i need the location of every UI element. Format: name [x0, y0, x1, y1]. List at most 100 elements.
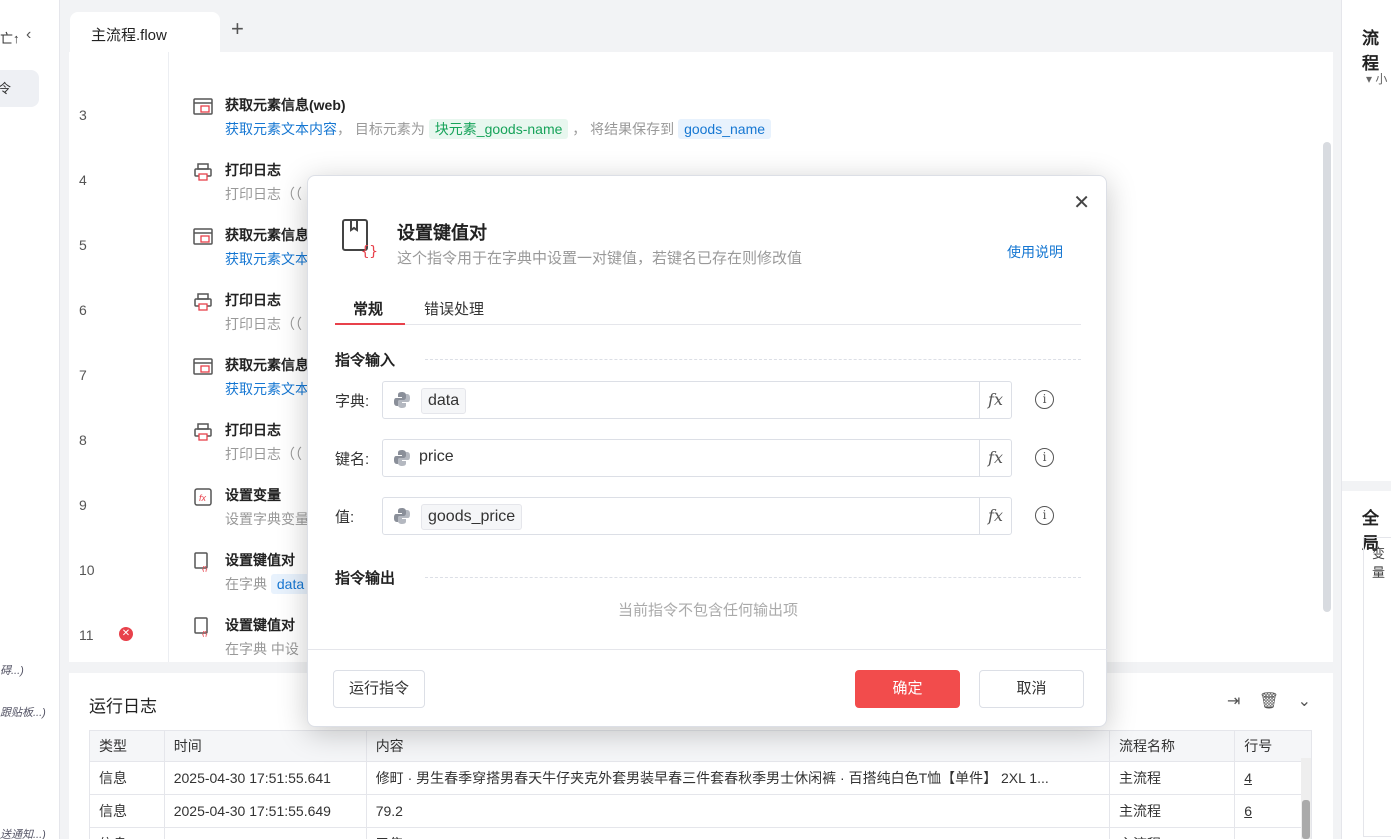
log-cell: 2025-04-30 17:51:55.641	[163, 761, 367, 795]
log-line-link[interactable]: 8	[1234, 827, 1312, 839]
flow-step-row[interactable]: 3 获取元素信息(web) 获取元素文本内容， 目标元素为 块元素_goods-na…	[69, 87, 1319, 152]
svg-text:{}: {}	[202, 565, 208, 572]
svg-text:{}: {}	[202, 630, 208, 637]
python-icon	[394, 450, 410, 466]
info-icon[interactable]: i	[1035, 506, 1054, 525]
log-table: 类型 时间 内容 流程名称 行号 信息 2025-04-30 17:51:55.641 修町…	[89, 730, 1312, 839]
field-label: 键名:	[335, 451, 370, 468]
web-element-icon	[193, 227, 213, 247]
confirm-button[interactable]: 确定	[855, 670, 960, 708]
editor-scrollbar[interactable]	[1323, 142, 1331, 612]
step-description: 打印日志（（	[225, 314, 302, 334]
step-desc-text: 在字典 中设	[225, 641, 299, 657]
variable-table	[1363, 537, 1391, 837]
field-value: price	[419, 448, 454, 465]
log-column-header[interactable]: 流程名称	[1108, 730, 1236, 762]
expression-fx-icon[interactable]: fx	[979, 440, 1011, 476]
key-value-icon: {}	[193, 617, 213, 639]
output-section-header: 指令输出	[335, 567, 1081, 588]
line-number: 8	[79, 432, 87, 448]
field-input[interactable]: goods_price fx	[382, 497, 1012, 535]
tab-main-flow[interactable]: 主流程.flow	[70, 12, 220, 52]
step-desc-text: 在字典	[225, 576, 267, 592]
step-description: 获取元素文本	[225, 249, 309, 269]
step-link[interactable]: 获取元素文本	[225, 251, 309, 267]
step-title: 打印日志	[225, 422, 281, 438]
line-number: 4	[79, 172, 87, 188]
log-cell: 已售577	[365, 827, 1110, 839]
step-title: 设置键值对	[225, 552, 295, 568]
collapse-chevron-icon[interactable]: ‹	[26, 26, 31, 44]
set-variable-icon: fx	[193, 487, 213, 507]
info-icon[interactable]: i	[1035, 448, 1054, 467]
variable-chip[interactable]: goods_name	[678, 119, 772, 139]
close-icon[interactable]: ✕	[1073, 190, 1090, 215]
info-icon[interactable]: i	[1035, 390, 1054, 409]
step-description: 设置字典变量	[225, 509, 309, 529]
step-title: 获取元素信息	[225, 227, 309, 243]
step-desc-text: ， 目标元素为	[337, 121, 425, 137]
error-icon[interactable]: ✕	[119, 627, 133, 641]
step-title: 获取元素信息	[225, 357, 309, 373]
web-element-icon	[193, 357, 213, 377]
log-column-header[interactable]: 内容	[365, 730, 1110, 762]
step-description: 打印日志（（	[225, 444, 302, 464]
panel-separator	[1342, 481, 1391, 491]
element-chip[interactable]: 块元素_goods-name	[428, 119, 569, 139]
variable-chip[interactable]: data	[270, 574, 311, 594]
input-section-header: 指令输入	[335, 349, 1081, 370]
footer-divider	[308, 649, 1108, 650]
run-instruction-button[interactable]: 运行指令	[333, 670, 425, 708]
sidebar-note: 碍...)	[0, 665, 24, 677]
left-sidebar: 亡↑ ‹ 令 碍...) 跟贴板...) 送通知...)	[0, 0, 60, 839]
log-scrollbar[interactable]	[1301, 758, 1311, 839]
log-column-header[interactable]: 类型	[89, 730, 165, 762]
log-line-link[interactable]: 4	[1234, 761, 1312, 795]
line-number: 10	[79, 562, 95, 578]
tab-bar: 主流程.flow +	[61, 0, 1341, 52]
log-row[interactable]: 信息2025-04-30 17:51:55.657已售577主流程8	[89, 827, 1312, 839]
log-cell: 主流程	[1108, 827, 1236, 839]
step-link[interactable]: 获取元素文本	[225, 381, 309, 397]
printer-icon	[193, 422, 213, 442]
log-toolbar: ⇥ 🗑 ⌄	[1213, 691, 1311, 711]
log-cell: 主流程	[1108, 761, 1236, 795]
log-column-header[interactable]: 行号	[1234, 730, 1312, 762]
export-log-icon[interactable]: ⇥	[1227, 693, 1240, 710]
field-value: goods_price	[421, 504, 523, 530]
add-tab-icon[interactable]: +	[231, 18, 244, 40]
collapse-log-icon[interactable]: ⌄	[1298, 693, 1311, 710]
sidebar-note: 送通知...)	[0, 829, 46, 839]
log-cell: 79.2	[365, 794, 1110, 828]
step-desc-text: 打印日志（（	[225, 446, 302, 462]
expression-fx-icon[interactable]: fx	[979, 382, 1011, 418]
log-row[interactable]: 信息 2025-04-30 17:51:55.641 修町 · 男生春季穿搭男春天牛…	[89, 761, 1312, 795]
svg-text:{}: {}	[361, 244, 377, 258]
expression-fx-icon[interactable]: fx	[979, 498, 1011, 534]
tab-general[interactable]: 常规	[353, 298, 383, 319]
instruction-field: 键名: price fx i	[335, 439, 1081, 477]
line-number: 7	[79, 367, 87, 383]
step-desc-text: 打印日志（（	[225, 186, 302, 202]
field-value: data	[421, 388, 467, 414]
sidebar-item-instructions[interactable]: 令	[0, 70, 39, 107]
log-scrollbar-thumb[interactable]	[1302, 800, 1310, 839]
usage-help-link[interactable]: 使用说明	[1007, 242, 1063, 262]
flow-tree-item[interactable]: ▾ 小	[1366, 70, 1387, 87]
field-input[interactable]: data fx	[382, 381, 1012, 419]
log-row[interactable]: 信息 2025-04-30 17:51:55.649 79.2 主流程 6	[89, 794, 1312, 828]
log-cell: 2025-04-30 17:51:55.649	[163, 794, 367, 828]
no-output-message: 当前指令不包含任何输出项	[617, 602, 798, 619]
log-column-header[interactable]: 时间	[163, 730, 367, 762]
step-description: 在字典 中设	[225, 639, 299, 659]
step-link[interactable]: 获取元素文本内容	[225, 121, 337, 137]
step-description: 获取元素文本	[225, 379, 309, 399]
python-icon	[394, 508, 410, 524]
tab-error-handling[interactable]: 错误处理	[424, 298, 484, 319]
log-line-link[interactable]: 6	[1234, 794, 1312, 828]
right-panel: 流程 ▾ 小 全局 变量	[1341, 0, 1391, 839]
cancel-button[interactable]: 取消	[979, 670, 1084, 708]
clear-log-icon[interactable]: 🗑	[1259, 693, 1279, 710]
field-input[interactable]: price fx	[382, 439, 1012, 477]
section-divider	[425, 359, 1081, 360]
